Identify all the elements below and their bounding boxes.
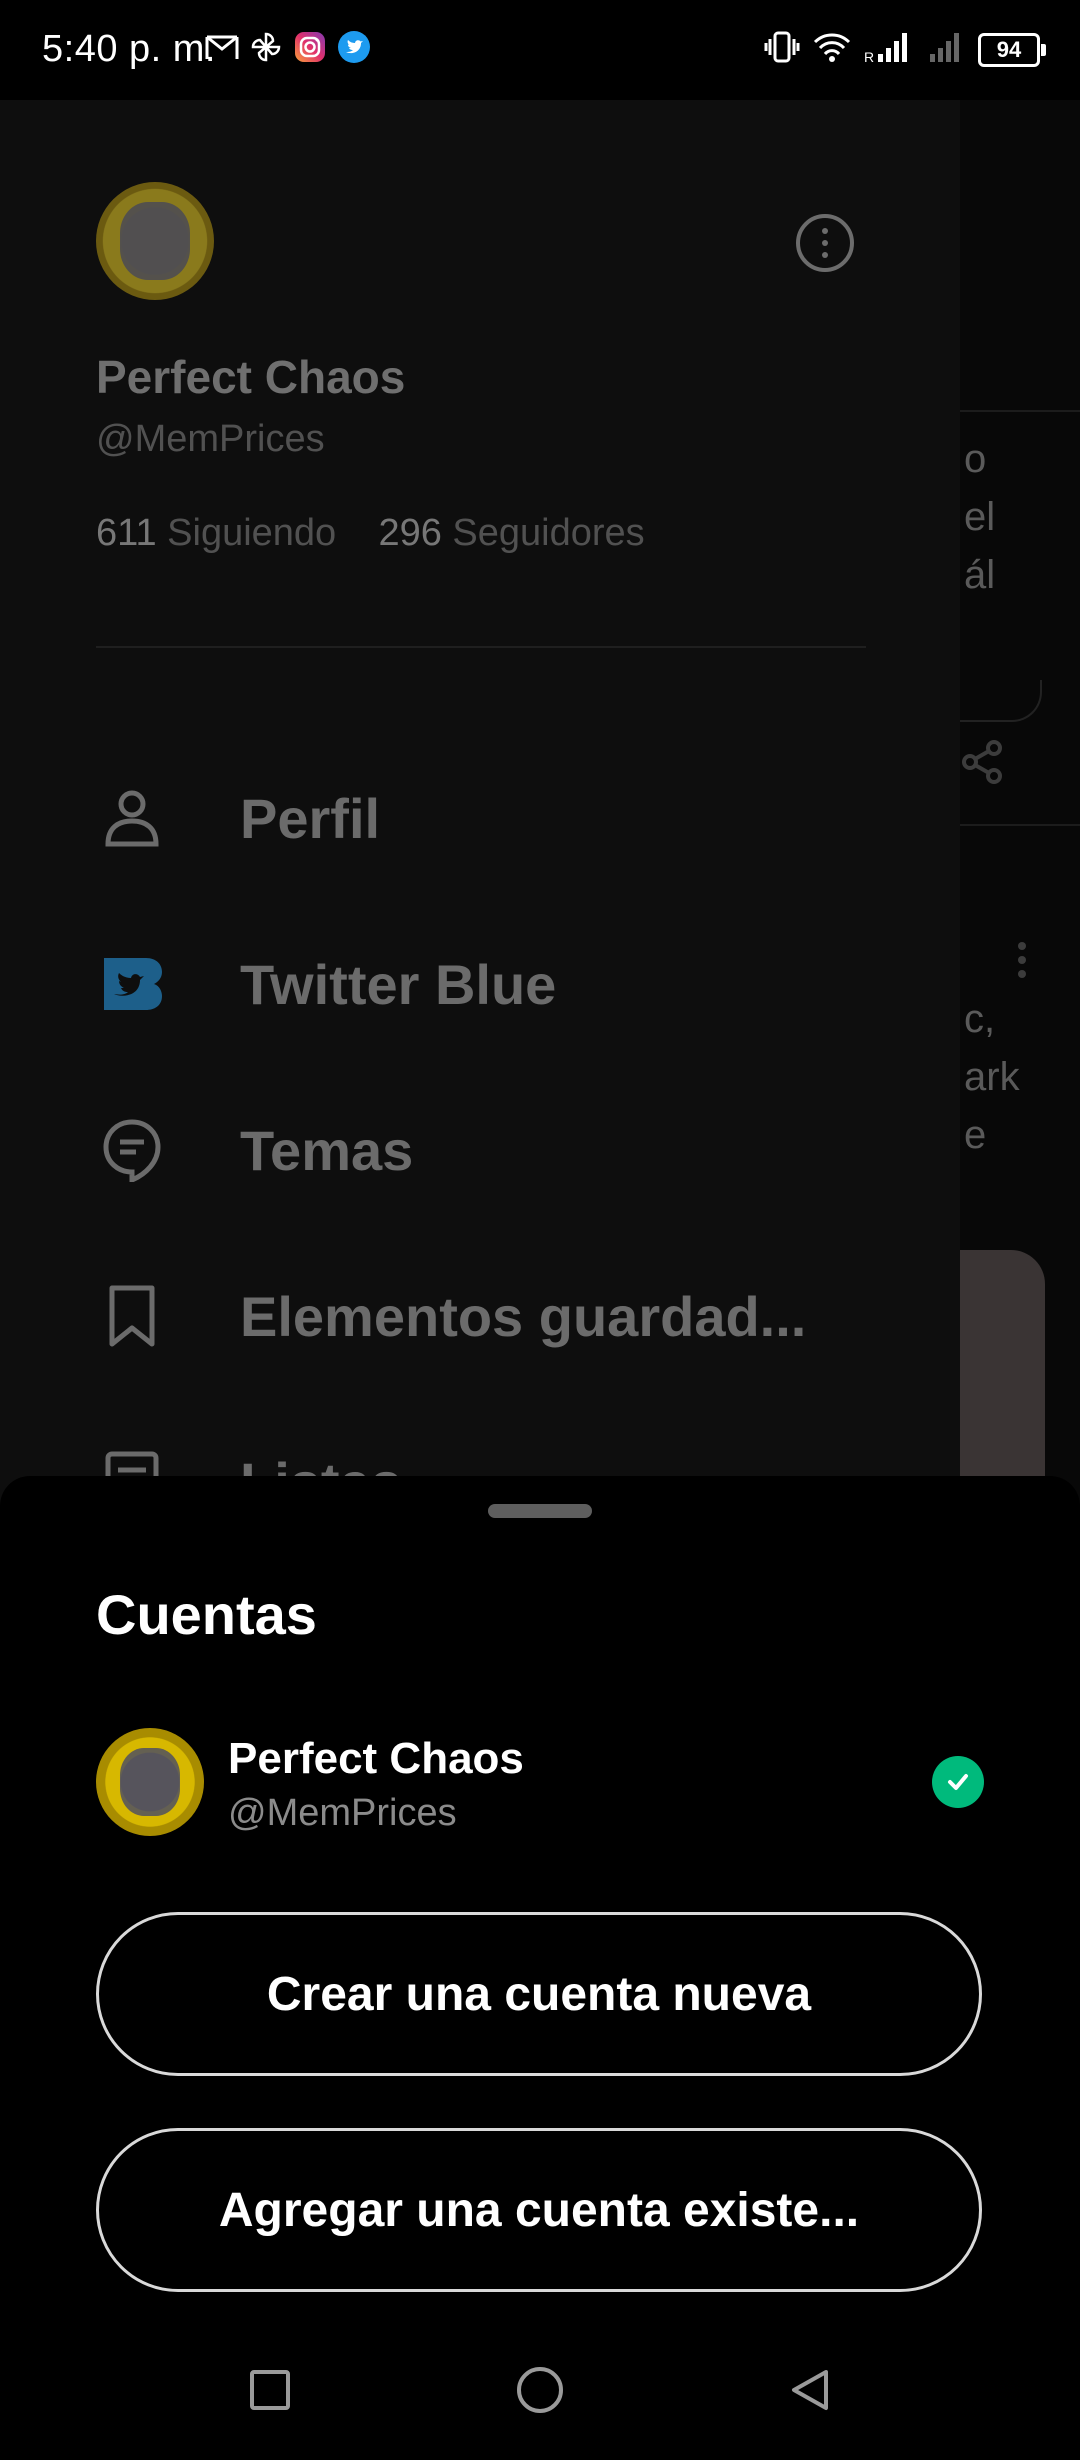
status-bar: 5:40 p. m. R 94 xyxy=(0,0,1080,100)
back-icon[interactable] xyxy=(780,2360,840,2420)
followers-count[interactable]: 296 xyxy=(378,512,441,554)
instagram-icon xyxy=(293,30,327,64)
check-icon xyxy=(932,1756,984,1808)
bookmark-icon xyxy=(96,1280,168,1352)
divider xyxy=(96,646,866,648)
profile-name: Perfect Chaos xyxy=(96,351,406,403)
battery-indicator: 94 xyxy=(978,32,1046,67)
topics-icon xyxy=(96,1114,168,1186)
vibrate-icon xyxy=(764,30,800,69)
side-drawer: Perfect Chaos @MemPrices 611 Siguiendo 2… xyxy=(0,100,960,1510)
wifi-icon xyxy=(812,30,852,69)
account-name: Perfect Chaos xyxy=(228,1734,524,1783)
menu-label: Perfil xyxy=(240,786,381,850)
menu-item-topics[interactable]: Temas xyxy=(96,1114,413,1186)
sheet-drag-handle[interactable] xyxy=(488,1504,592,1518)
peek-text-line: el xyxy=(964,495,996,539)
timeline-peek: o el ál c, ark e xyxy=(960,100,1080,1510)
account-row[interactable]: Perfect Chaos @MemPrices xyxy=(96,1728,984,1838)
sheet-title: Cuentas xyxy=(96,1583,317,1646)
card-outline xyxy=(960,680,1042,722)
recents-icon[interactable] xyxy=(240,2360,300,2420)
divider xyxy=(960,824,1080,826)
gmail-icon xyxy=(205,30,239,64)
accounts-sheet: Cuentas Perfect Chaos @MemPrices Crear u… xyxy=(0,1476,1080,2460)
svg-text:R: R xyxy=(864,49,874,64)
create-account-button[interactable]: Crear una cuenta nueva xyxy=(96,1912,982,2076)
signal-icon xyxy=(926,30,966,69)
peek-text-line: ál xyxy=(964,553,996,597)
peek-text-line: o xyxy=(964,437,987,481)
more-icon xyxy=(1016,940,1028,985)
menu-item-profile[interactable]: Perfil xyxy=(96,782,380,854)
add-existing-account-button[interactable]: Agregar una cuenta existe... xyxy=(96,2128,982,2292)
menu-label: Twitter Blue xyxy=(240,952,557,1016)
navigation-bar xyxy=(0,2320,1080,2460)
avatar[interactable] xyxy=(96,182,214,300)
peek-text-line: e xyxy=(964,1113,987,1157)
media-thumbnail xyxy=(960,1250,1045,1490)
home-icon[interactable] xyxy=(510,2360,570,2420)
avatar xyxy=(96,1728,204,1836)
system-icons: R 94 xyxy=(764,30,1046,69)
peek-text-line: ark xyxy=(964,1055,1020,1099)
followers-label[interactable]: Seguidores xyxy=(452,512,644,554)
more-options-icon[interactable] xyxy=(796,214,854,272)
following-count[interactable]: 611 xyxy=(96,512,157,554)
account-handle: @MemPrices xyxy=(228,1792,457,1834)
menu-item-bookmarks[interactable]: Elementos guardad... xyxy=(96,1280,806,1352)
follow-stats: 611 Siguiendo 296 Seguidores xyxy=(96,512,645,555)
menu-label: Elementos guardad... xyxy=(240,1284,807,1348)
profile-handle: @MemPrices xyxy=(96,418,325,460)
share-icon xyxy=(960,740,1004,789)
peek-text-line: c, xyxy=(964,997,996,1041)
signal-icon: R xyxy=(864,30,914,69)
following-label[interactable]: Siguiendo xyxy=(167,512,336,554)
twitter-blue-icon xyxy=(96,948,168,1020)
menu-label: Temas xyxy=(240,1118,414,1182)
person-icon xyxy=(96,782,168,854)
pinwheel-icon xyxy=(249,30,283,64)
notification-icons xyxy=(205,30,371,64)
status-time: 5:40 p. m. xyxy=(42,28,216,70)
menu-item-twitter-blue[interactable]: Twitter Blue xyxy=(96,948,556,1020)
twitter-icon xyxy=(337,30,371,64)
divider xyxy=(960,410,1080,412)
